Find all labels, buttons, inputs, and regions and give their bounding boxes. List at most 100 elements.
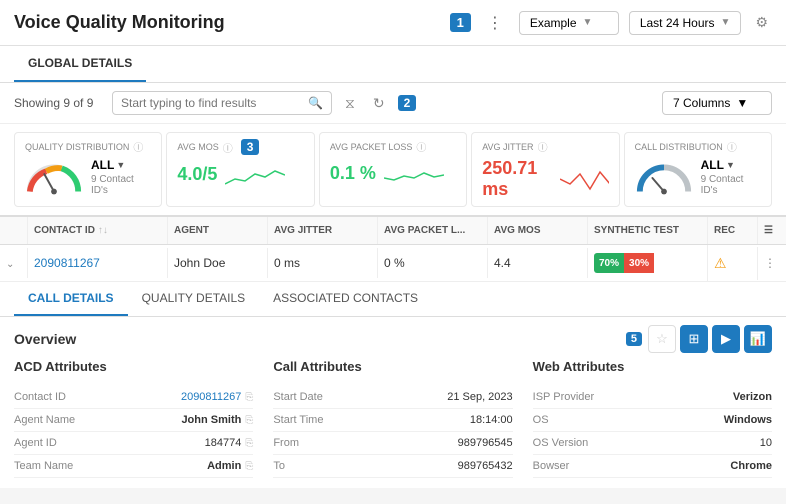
- call-sub: 9 Contact ID's: [701, 174, 761, 196]
- copy-icon[interactable]: ⎘: [245, 392, 253, 403]
- avg-jitter-cell: 0 ms: [268, 248, 378, 278]
- isp-label: ISP Provider: [533, 391, 603, 403]
- acd-attributes: ACD Attributes Contact ID 2090811267 ⎘ A…: [14, 359, 253, 478]
- th-menu: ☰: [758, 217, 786, 244]
- tab-quality-details[interactable]: QUALITY DETAILS: [128, 282, 260, 316]
- start-time-row: Start Time 18:14:00: [273, 409, 512, 432]
- table-header-row: CONTACT ID ↑↓ AGENT AVG JITTER AVG PACKE…: [0, 216, 786, 245]
- metric-call-dist: CALL DISTRIBUTION ⓘ ALL ▼ 9 Contact ID's: [624, 132, 772, 207]
- th-agent: AGENT: [168, 217, 268, 244]
- browser-value: Chrome: [730, 460, 772, 472]
- table-toolbar: Showing 9 of 9 🔍 ⧖ ↻ 2 7 Columns ▼: [0, 83, 786, 124]
- avg-mos-cell: 4.4: [488, 248, 588, 278]
- team-name-label: Team Name: [14, 460, 84, 472]
- refresh-icon[interactable]: ↻: [368, 92, 390, 115]
- contact-id-row: Contact ID 2090811267 ⎘: [14, 386, 253, 409]
- page-title: Voice Quality Monitoring: [14, 12, 440, 33]
- acd-title: ACD Attributes: [14, 359, 253, 378]
- quality-sub: 9 Contact ID's: [91, 174, 151, 196]
- table-row: ⌄ 2090811267 John Doe 0 ms 0 % 4.4 70% 3…: [0, 245, 786, 282]
- search-input[interactable]: [121, 96, 302, 110]
- os-label: OS: [533, 414, 603, 426]
- more-options-icon[interactable]: ⋮: [481, 11, 509, 35]
- agent-name-row: Agent Name John Smith ⎘: [14, 409, 253, 432]
- syn-green: 70%: [594, 253, 624, 273]
- search-box[interactable]: 🔍: [112, 91, 332, 115]
- contact-id-cell[interactable]: 2090811267: [28, 248, 168, 278]
- chevron-down-icon: ▼: [736, 96, 748, 110]
- agent-name-value: John Smith: [181, 414, 241, 426]
- avg-packet-loss-label: AVG PACKET LOSS: [330, 142, 413, 152]
- example-dropdown[interactable]: Example ▼: [519, 11, 619, 35]
- mos-sparkline: [225, 159, 285, 189]
- info-icon: ⓘ: [727, 139, 737, 154]
- th-expand: [0, 217, 28, 244]
- web-title: Web Attributes: [533, 359, 772, 378]
- badge-3: 3: [241, 139, 260, 155]
- badge-1: 1: [450, 13, 471, 32]
- layout-button[interactable]: ⊞: [680, 325, 708, 353]
- menu-cell[interactable]: ⋮: [758, 248, 786, 278]
- row-menu-icon[interactable]: ⋮: [764, 256, 776, 270]
- expand-cell[interactable]: ⌄: [0, 248, 28, 278]
- overview-label: Overview: [14, 331, 76, 347]
- avg-jitter-value: 250.71 ms: [482, 158, 552, 200]
- avg-mos-value: 4.0/5: [177, 164, 217, 185]
- isp-row: ISP Provider Verizon: [533, 386, 772, 409]
- quality-all-dropdown[interactable]: ALL ▼: [91, 158, 151, 172]
- info-icon: ⓘ: [223, 140, 233, 155]
- synthetic-bar: 70% 30%: [594, 253, 701, 273]
- chart-button[interactable]: 📊: [744, 325, 772, 353]
- start-date-value: 21 Sep, 2023: [447, 391, 512, 403]
- team-name-value: Admin: [207, 460, 241, 472]
- info-icon: ⓘ: [538, 139, 548, 154]
- settings-icon[interactable]: ⚙: [751, 10, 772, 35]
- call-dist-label: CALL DISTRIBUTION: [635, 142, 723, 152]
- copy-icon[interactable]: ⎘: [245, 461, 253, 472]
- expand-icon[interactable]: ⌄: [6, 259, 14, 270]
- metric-avg-jitter: AVG JITTER ⓘ 250.71 ms: [471, 132, 619, 207]
- chevron-down-icon: ▼: [726, 160, 735, 170]
- browser-label: Bowser: [533, 460, 603, 472]
- agent-id-value: 184774: [205, 437, 242, 449]
- th-synthetic: SYNTHETIC TEST: [588, 217, 708, 244]
- syn-red: 30%: [624, 253, 654, 273]
- filter-icon[interactable]: ⧖: [340, 92, 360, 115]
- th-avg-jitter: AVG JITTER: [268, 217, 378, 244]
- avg-packet-cell: 0 %: [378, 248, 488, 278]
- os-row: OS Windows: [533, 409, 772, 432]
- detail-toolbar: Overview 5 ☆ ⊞ ▶ 📊: [14, 317, 772, 359]
- agent-cell: John Doe: [168, 248, 268, 278]
- warning-icon: ⚠: [714, 255, 727, 271]
- record-button[interactable]: ▶: [712, 325, 740, 353]
- tab-associated-contacts[interactable]: ASSOCIATED CONTACTS: [259, 282, 432, 316]
- contact-id-value[interactable]: 2090811267: [181, 391, 241, 403]
- time-range-dropdown[interactable]: Last 24 Hours ▼: [629, 11, 742, 35]
- call-title: Call Attributes: [273, 359, 512, 378]
- avg-jitter-label: AVG JITTER: [482, 142, 533, 152]
- isp-value: Verizon: [733, 391, 772, 403]
- copy-icon[interactable]: ⎘: [245, 415, 253, 426]
- badge-2: 2: [398, 95, 417, 111]
- tab-global-details[interactable]: GLOBAL DETAILS: [14, 46, 146, 82]
- agent-id-row: Agent ID 184774 ⎘: [14, 432, 253, 455]
- agent-name-label: Agent Name: [14, 414, 84, 426]
- rec-cell: ⚠: [708, 247, 758, 280]
- search-icon: 🔍: [308, 96, 323, 110]
- to-label: To: [273, 460, 343, 472]
- os-value: Windows: [724, 414, 772, 426]
- chevron-down-icon: ▼: [116, 160, 125, 170]
- copy-icon[interactable]: ⎘: [245, 438, 253, 449]
- tab-call-details[interactable]: CALL DETAILS: [14, 282, 128, 316]
- columns-dropdown[interactable]: 7 Columns ▼: [662, 91, 772, 115]
- to-row: To 989765432: [273, 455, 512, 478]
- chevron-down-icon: ▼: [721, 17, 731, 28]
- metrics-row: QUALITY DISTRIBUTION ⓘ ALL ▼ 9 Contact I…: [0, 124, 786, 216]
- from-value: 989796545: [458, 437, 513, 449]
- agent-id-label: Agent ID: [14, 437, 84, 449]
- showing-count: Showing 9 of 9: [14, 96, 104, 110]
- call-all-dropdown[interactable]: ALL ▼: [701, 158, 761, 172]
- star-button[interactable]: ☆: [648, 325, 676, 353]
- start-date-row: Start Date 21 Sep, 2023: [273, 386, 512, 409]
- detail-tabs: CALL DETAILS QUALITY DETAILS ASSOCIATED …: [0, 282, 786, 317]
